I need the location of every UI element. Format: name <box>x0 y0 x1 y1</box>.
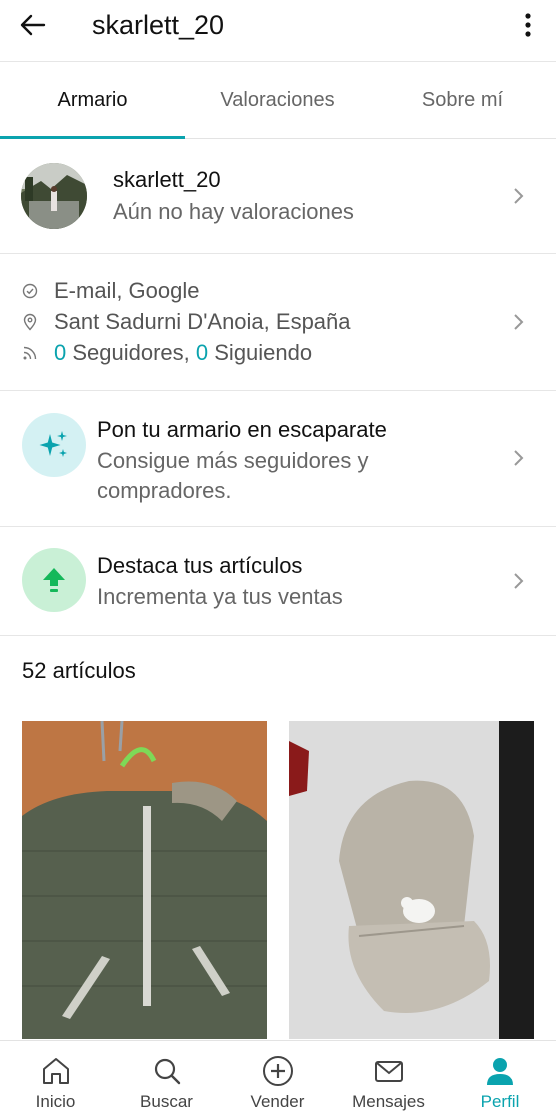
top-app-bar: skarlett_20 <box>0 0 556 62</box>
sparkle-icon <box>22 413 86 477</box>
tab-valoraciones[interactable]: Valoraciones <box>185 62 370 139</box>
promo-closet-subtitle-line1: Consigue más seguidores y <box>97 448 369 473</box>
item-thumbnail-jacket[interactable] <box>22 721 267 1039</box>
profile-rating-text: Aún no hay valoraciones <box>113 199 354 224</box>
page-title: skarlett_20 <box>92 10 225 40</box>
chevron-right-icon <box>514 450 524 466</box>
nav-mensajes[interactable]: Mensajes <box>333 1041 444 1120</box>
nav-buscar[interactable]: Buscar <box>111 1041 222 1120</box>
tab-armario[interactable]: Armario <box>0 62 185 139</box>
promo-boost-title: Destaca tus artículos <box>97 553 303 578</box>
profile-tabs: Armario Valoraciones Sobre mí <box>0 62 556 139</box>
nav-vender[interactable]: Vender <box>222 1041 333 1120</box>
promo-boost-row[interactable]: Destaca tus artículos Incrementa ya tus … <box>0 527 556 636</box>
location-line: Sant Sadurni D'Anoia, España <box>20 307 351 337</box>
profile-summary-row[interactable]: skarlett_20 Aún no hay valoraciones <box>0 139 556 254</box>
location-pin-icon <box>20 312 40 332</box>
followers-line: 0 Seguidores, 0 Siguiendo <box>20 338 312 368</box>
back-arrow-icon[interactable] <box>16 8 50 42</box>
nav-perfil[interactable]: Perfil <box>444 1041 556 1120</box>
following-count[interactable]: 0 <box>196 340 208 366</box>
plus-circle-icon <box>222 1055 333 1087</box>
nav-label: Inicio <box>35 1092 76 1111</box>
promo-closet-row[interactable]: Pon tu armario en escaparate Consigue má… <box>0 391 556 527</box>
chevron-right-icon <box>514 314 524 330</box>
tab-sobre-mi[interactable]: Sobre mí <box>370 62 555 139</box>
verified-line: E-mail, Google <box>20 276 200 306</box>
followers-label[interactable]: Seguidores, <box>66 340 196 366</box>
verified-text: E-mail, Google <box>54 278 200 303</box>
home-icon <box>0 1055 111 1087</box>
avatar <box>21 163 87 229</box>
promo-boost-subtitle: Incrementa ya tus ventas <box>97 584 343 609</box>
promo-closet-subtitle-line2: compradores. <box>97 478 232 503</box>
followers-count[interactable]: 0 <box>54 340 66 366</box>
profile-info-row[interactable]: E-mail, Google Sant Sadurni D'Anoia, Esp… <box>0 254 556 391</box>
feed-icon <box>20 343 40 363</box>
following-label[interactable]: Siguiendo <box>208 340 312 366</box>
chevron-right-icon <box>514 573 524 589</box>
mail-icon <box>333 1055 444 1087</box>
nav-label: Perfil <box>480 1092 520 1111</box>
location-text: Sant Sadurni D'Anoia, España <box>54 309 351 334</box>
nav-inicio[interactable]: Inicio <box>0 1041 111 1120</box>
more-options-icon[interactable] <box>516 8 540 42</box>
search-icon <box>111 1055 222 1087</box>
person-icon <box>444 1055 556 1087</box>
item-thumbnail-cap[interactable] <box>289 721 534 1039</box>
chevron-right-icon <box>514 188 524 204</box>
items-count: 52 artículos <box>22 658 136 683</box>
nav-label: Mensajes <box>352 1092 425 1111</box>
profile-username: skarlett_20 <box>113 167 221 192</box>
check-circle-icon <box>20 281 40 301</box>
boost-arrow-icon <box>22 548 86 612</box>
promo-closet-title: Pon tu armario en escaparate <box>97 417 387 442</box>
nav-label: Buscar <box>140 1092 193 1111</box>
nav-label: Vender <box>250 1092 305 1111</box>
bottom-navigation: Inicio Buscar Vender Mensajes Perfil <box>0 1040 556 1120</box>
